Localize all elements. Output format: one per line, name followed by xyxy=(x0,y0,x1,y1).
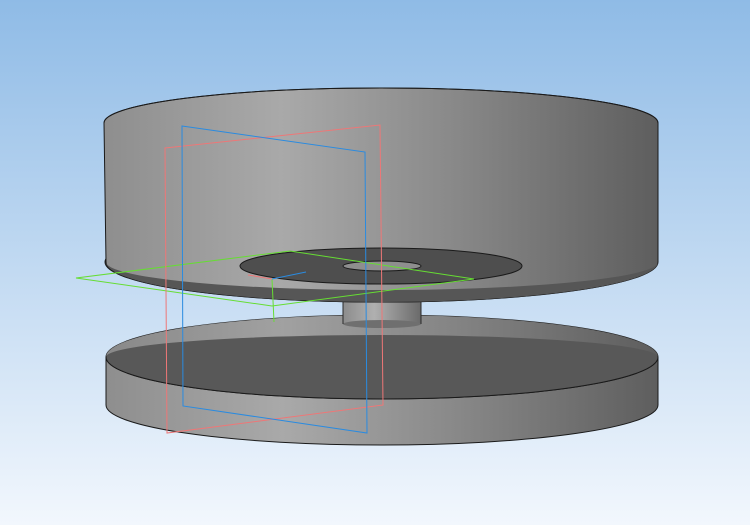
3d-viewport[interactable] xyxy=(0,0,750,525)
model-scene[interactable] xyxy=(0,0,750,525)
